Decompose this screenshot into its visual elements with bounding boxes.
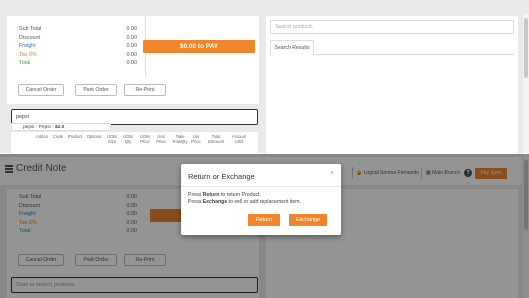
total-row: Total 0.00 xyxy=(19,60,137,66)
dialog-divider xyxy=(181,186,341,187)
scrollbar[interactable] xyxy=(523,14,529,153)
col-total-discount: Total Discount xyxy=(207,134,225,144)
dialog-title: Return or Exchange xyxy=(188,172,255,181)
tab-search-results[interactable]: Search Results xyxy=(270,40,314,55)
tax-row: Tax 0% 0.00 xyxy=(19,51,137,58)
credit-note-screen: Credit Note 🔒 Logout Serena Fernando ▩ M… xyxy=(0,154,529,298)
subtotal-row: Sub Total 0.00 xyxy=(19,26,137,32)
search-products-input[interactable]: Search products xyxy=(270,20,514,34)
dialog-instruction-exchange: Press Exchange to sell or add replacemen… xyxy=(188,199,302,205)
park-order-button[interactable]: Park Order xyxy=(75,84,117,96)
cancel-order-button[interactable]: Cancel Order xyxy=(18,84,64,96)
pos-screen-top: Sub Total 0.00 Discount 0.00 Freight 0.00 T… xyxy=(0,0,529,153)
return-exchange-dialog: Return or Exchange × Press Return to ret… xyxy=(181,164,341,235)
col-product: Product xyxy=(67,134,83,139)
order-table-header: Addon Code Product Options UOM Size UOM … xyxy=(11,132,258,153)
freight-row[interactable]: Freight 0.00 xyxy=(19,42,137,51)
col-take-row-qty: Take RowQty xyxy=(172,134,188,144)
product-panel: Search products Search Results xyxy=(266,16,518,153)
return-button[interactable]: Return xyxy=(248,214,280,226)
col-options: Options xyxy=(86,134,102,139)
totals-panel: Sub Total 0.00 Discount 0.00 Freight 0.00 T… xyxy=(19,25,137,68)
col-uom-price: UOM Price xyxy=(140,134,150,144)
dialog-instruction-return: Press Return to return Product. xyxy=(188,192,261,198)
order-summary-card: Sub Total 0.00 Discount 0.00 Freight 0.00 T… xyxy=(7,16,259,104)
reprint-button[interactable]: Re-Print xyxy=(124,84,166,96)
col-addon: Addon xyxy=(35,134,49,139)
exchange-button[interactable]: Exchange xyxy=(289,214,327,226)
col-code: Code xyxy=(52,134,63,139)
suggestion-price: $2.0 xyxy=(55,125,65,130)
discount-row: Discount 0.00 xyxy=(19,34,137,41)
autocomplete-suggestion[interactable]: pepsi - Pepsi - $2.0 xyxy=(11,123,111,131)
col-uni-price: Uni Price xyxy=(191,134,201,144)
col-uom-size: UOM Size xyxy=(107,134,117,144)
scrollbar-thumb[interactable] xyxy=(524,18,528,78)
col-amount-usd: Amount USD xyxy=(231,134,247,144)
close-icon[interactable]: × xyxy=(330,170,334,177)
col-unit-price: Unit Price xyxy=(156,134,166,144)
pay-button[interactable]: $0.00 to PAY xyxy=(143,40,255,53)
col-uom-qty: UOM Qty xyxy=(123,134,133,144)
suggestion-name: pepsi - Pepsi - xyxy=(23,125,55,130)
